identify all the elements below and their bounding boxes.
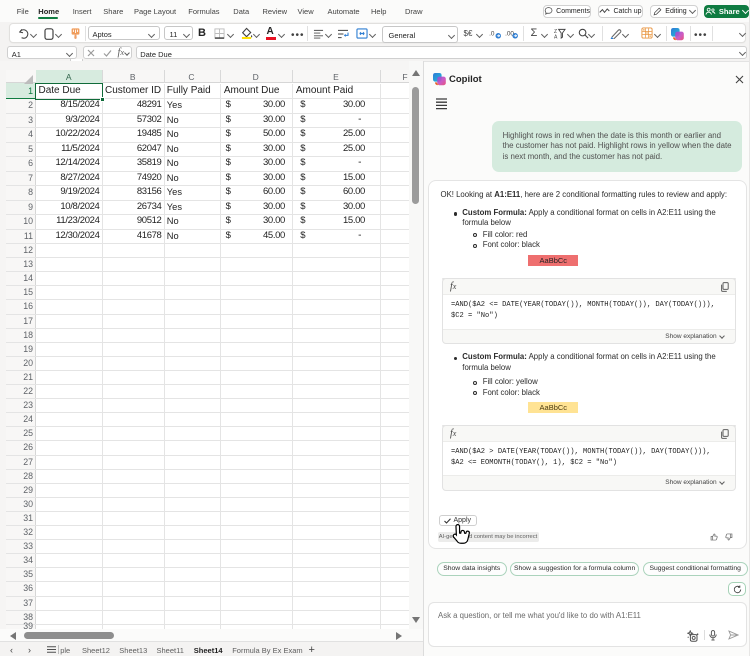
svg-text:A: A [554,34,558,38]
svg-text:.0: .0 [489,30,495,37]
